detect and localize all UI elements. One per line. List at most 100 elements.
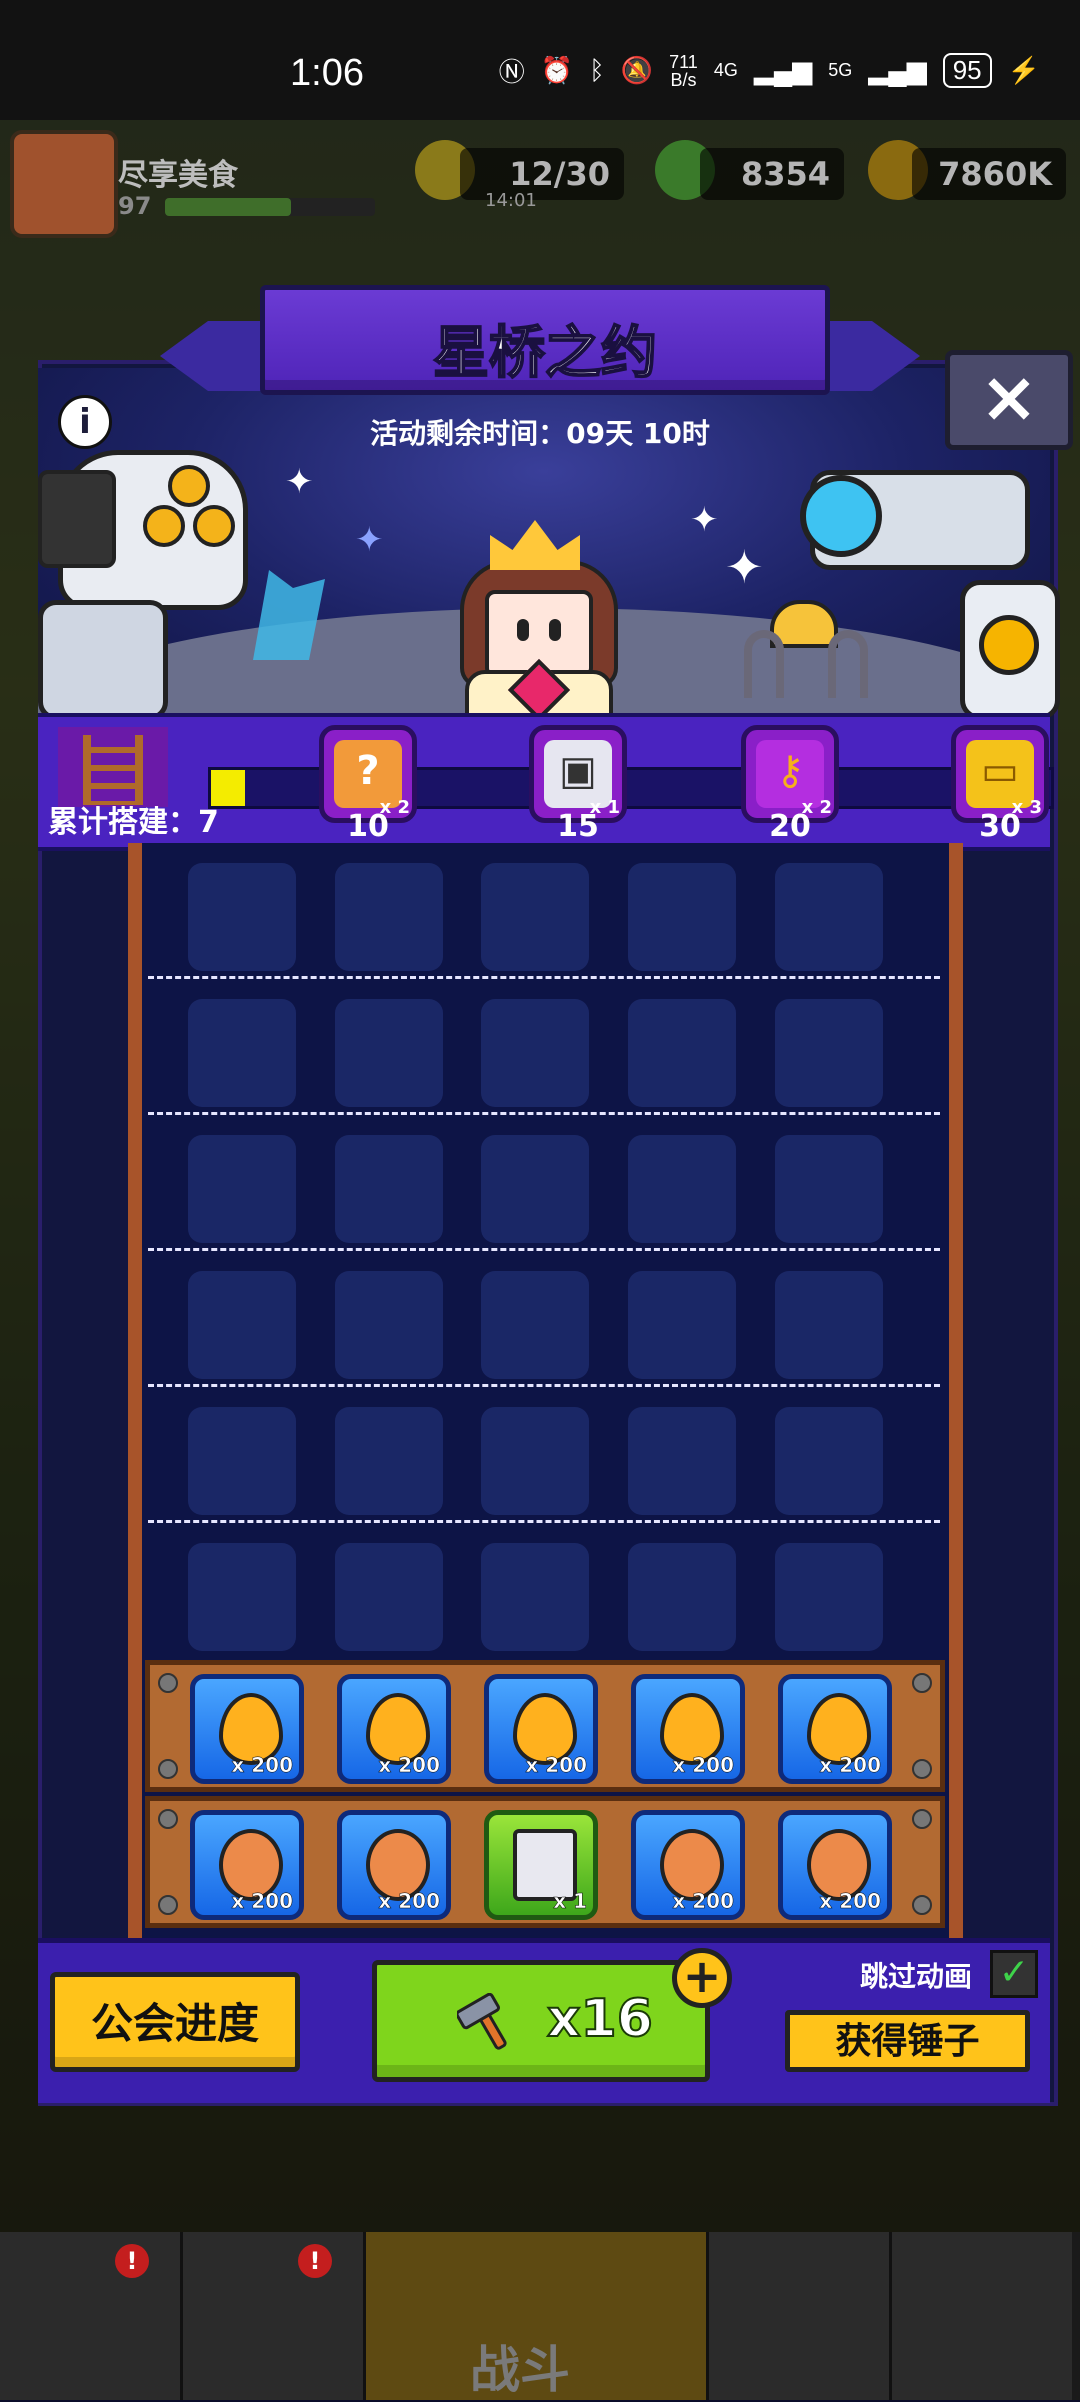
nav-dna[interactable] (892, 2232, 1072, 2400)
grid-cell (188, 1271, 296, 1379)
reward-amount: x 200 (231, 1889, 293, 1914)
star-icon: ✦ (690, 500, 719, 540)
grid-cell (188, 999, 296, 1107)
net-speed: 711 B/s (669, 53, 698, 89)
cumulative-build-label: 累计搭建：7 (48, 805, 219, 840)
grid-cell (628, 863, 736, 971)
event-title: 星桥之约 (432, 320, 658, 387)
get-hammers-button[interactable]: 获得锤子 (785, 2010, 1030, 2072)
player-avatar[interactable] (10, 130, 118, 238)
reward-amount: x 200 (672, 1889, 734, 1914)
reward-amount: x 200 (819, 1889, 881, 1914)
grid-row (148, 979, 940, 1115)
notification-badge: ! (115, 2244, 149, 2278)
status-icons: Ⓝ ⏰ ᛒ 🔕 711 B/s 4G ▂▄▆ 5G ▂▄▆ 95 ⚡ (499, 52, 1040, 89)
reward-slot[interactable]: x 1 (484, 1810, 598, 1920)
grid-row (148, 1523, 940, 1659)
signal-5g: 5G (828, 60, 853, 80)
alarm-icon: ⏰ (540, 55, 574, 85)
milestone-threshold: 10 (347, 809, 389, 844)
grid-cell (335, 1543, 443, 1651)
player-level: 97 (118, 192, 152, 220)
milestone-threshold: 30 (979, 809, 1021, 844)
milestone-bar: 累计搭建：7 ? x 2 10 ▣ x 1 15 ⚷ x 2 20 ▭ x 3 … (38, 713, 1054, 851)
grid-cell (775, 999, 883, 1107)
reward-amount: x 200 (525, 1753, 587, 1778)
skip-animation-label: 跳过动画 (860, 1960, 973, 1993)
skip-animation-checkbox[interactable]: ✓ (990, 1950, 1038, 1998)
coins-value: 7860K (912, 148, 1066, 200)
battery-indicator: 95 (942, 53, 992, 88)
event-remaining-time: 活动剩余时间：09天 10时 (370, 417, 710, 450)
top-hud: 尽享美食 97 12/30 14:01 8354 7860K (0, 130, 1080, 238)
star-icon: ✦ (285, 462, 314, 502)
reward-slot[interactable]: x 200 (337, 1674, 451, 1784)
add-hammer-button[interactable]: + (672, 1948, 732, 2008)
signal-4g: 4G (713, 60, 738, 80)
grid-cell (775, 1271, 883, 1379)
grid-row (148, 1387, 940, 1523)
event-title-banner: 星桥之约 (160, 285, 920, 395)
grid-cell (775, 1407, 883, 1515)
grid-cell (335, 1407, 443, 1515)
grid-cell (775, 1543, 883, 1651)
xp-bar (165, 198, 375, 216)
grid-cell (188, 1135, 296, 1243)
grid-cell (628, 1135, 736, 1243)
reward-slot[interactable]: x 200 (190, 1810, 304, 1920)
ladder-icon (58, 727, 168, 807)
grid-cell (481, 1407, 589, 1515)
grid-cell (628, 1543, 736, 1651)
grid-cell (335, 1271, 443, 1379)
reward-slot[interactable]: x 200 (631, 1810, 745, 1920)
grid-cell (481, 1271, 589, 1379)
energy-timer: 14:01 (485, 190, 537, 211)
grid-cell (188, 863, 296, 971)
grid-cell (335, 863, 443, 971)
grid-row (148, 843, 940, 979)
spider-robot (740, 600, 868, 698)
reward-amount: x 1 (553, 1889, 587, 1914)
signal-icon-2: ▂▄▆ (868, 55, 927, 85)
grid-cell (188, 1543, 296, 1651)
grid-cell (481, 1135, 589, 1243)
grid-cell (628, 1407, 736, 1515)
grid-cell (335, 999, 443, 1107)
grid-cell (481, 863, 589, 971)
reward-slot[interactable]: x 200 (484, 1674, 598, 1784)
player-name: 尽享美食 (118, 158, 238, 193)
nfc-icon: Ⓝ (498, 57, 525, 87)
milestone-threshold: 15 (557, 809, 599, 844)
reward-slot[interactable]: x 200 (337, 1810, 451, 1920)
mute-icon: 🔕 (620, 55, 654, 85)
reward-slot[interactable]: x 200 (190, 1674, 304, 1784)
nav-armor[interactable]: ! (183, 2232, 366, 2400)
notification-badge: ! (298, 2244, 332, 2278)
grid-row (148, 1115, 940, 1251)
gems-value: 8354 (700, 148, 844, 200)
grid-cell (775, 863, 883, 971)
net-speed-unit: B/s (670, 69, 697, 90)
net-speed-value: 711 (669, 51, 698, 72)
reward-amount: x 200 (672, 1753, 734, 1778)
reward-amount: x 200 (378, 1753, 440, 1778)
milestone-threshold: 20 (769, 809, 811, 844)
grid-cell (481, 1543, 589, 1651)
star-icon: ✦ (725, 540, 764, 594)
reward-slot[interactable]: x 200 (631, 1674, 745, 1784)
hammer-icon (457, 1993, 507, 2050)
guild-progress-button[interactable]: 公会进度 (50, 1972, 300, 2072)
bluetooth-icon: ᛒ (589, 55, 605, 85)
charging-icon: ⚡ (1007, 55, 1040, 85)
reward-slot[interactable]: x 200 (778, 1674, 892, 1784)
status-bar: 1:06 Ⓝ ⏰ ᛒ 🔕 711 B/s 4G ▂▄▆ 5G ▂▄▆ 95 ⚡ (0, 0, 1080, 120)
nav-shop[interactable]: ! (0, 2232, 183, 2400)
reward-amount: x 200 (231, 1753, 293, 1778)
nav-stars[interactable] (709, 2232, 892, 2400)
signal-icon: ▂▄▆ (753, 55, 813, 85)
use-hammer-button[interactable]: x16 (372, 1960, 710, 2082)
grid-row (148, 1251, 940, 1387)
reward-slot[interactable]: x 200 (778, 1810, 892, 1920)
grid-cell (628, 1271, 736, 1379)
nav-battle-label: 战斗 (470, 2341, 570, 2399)
